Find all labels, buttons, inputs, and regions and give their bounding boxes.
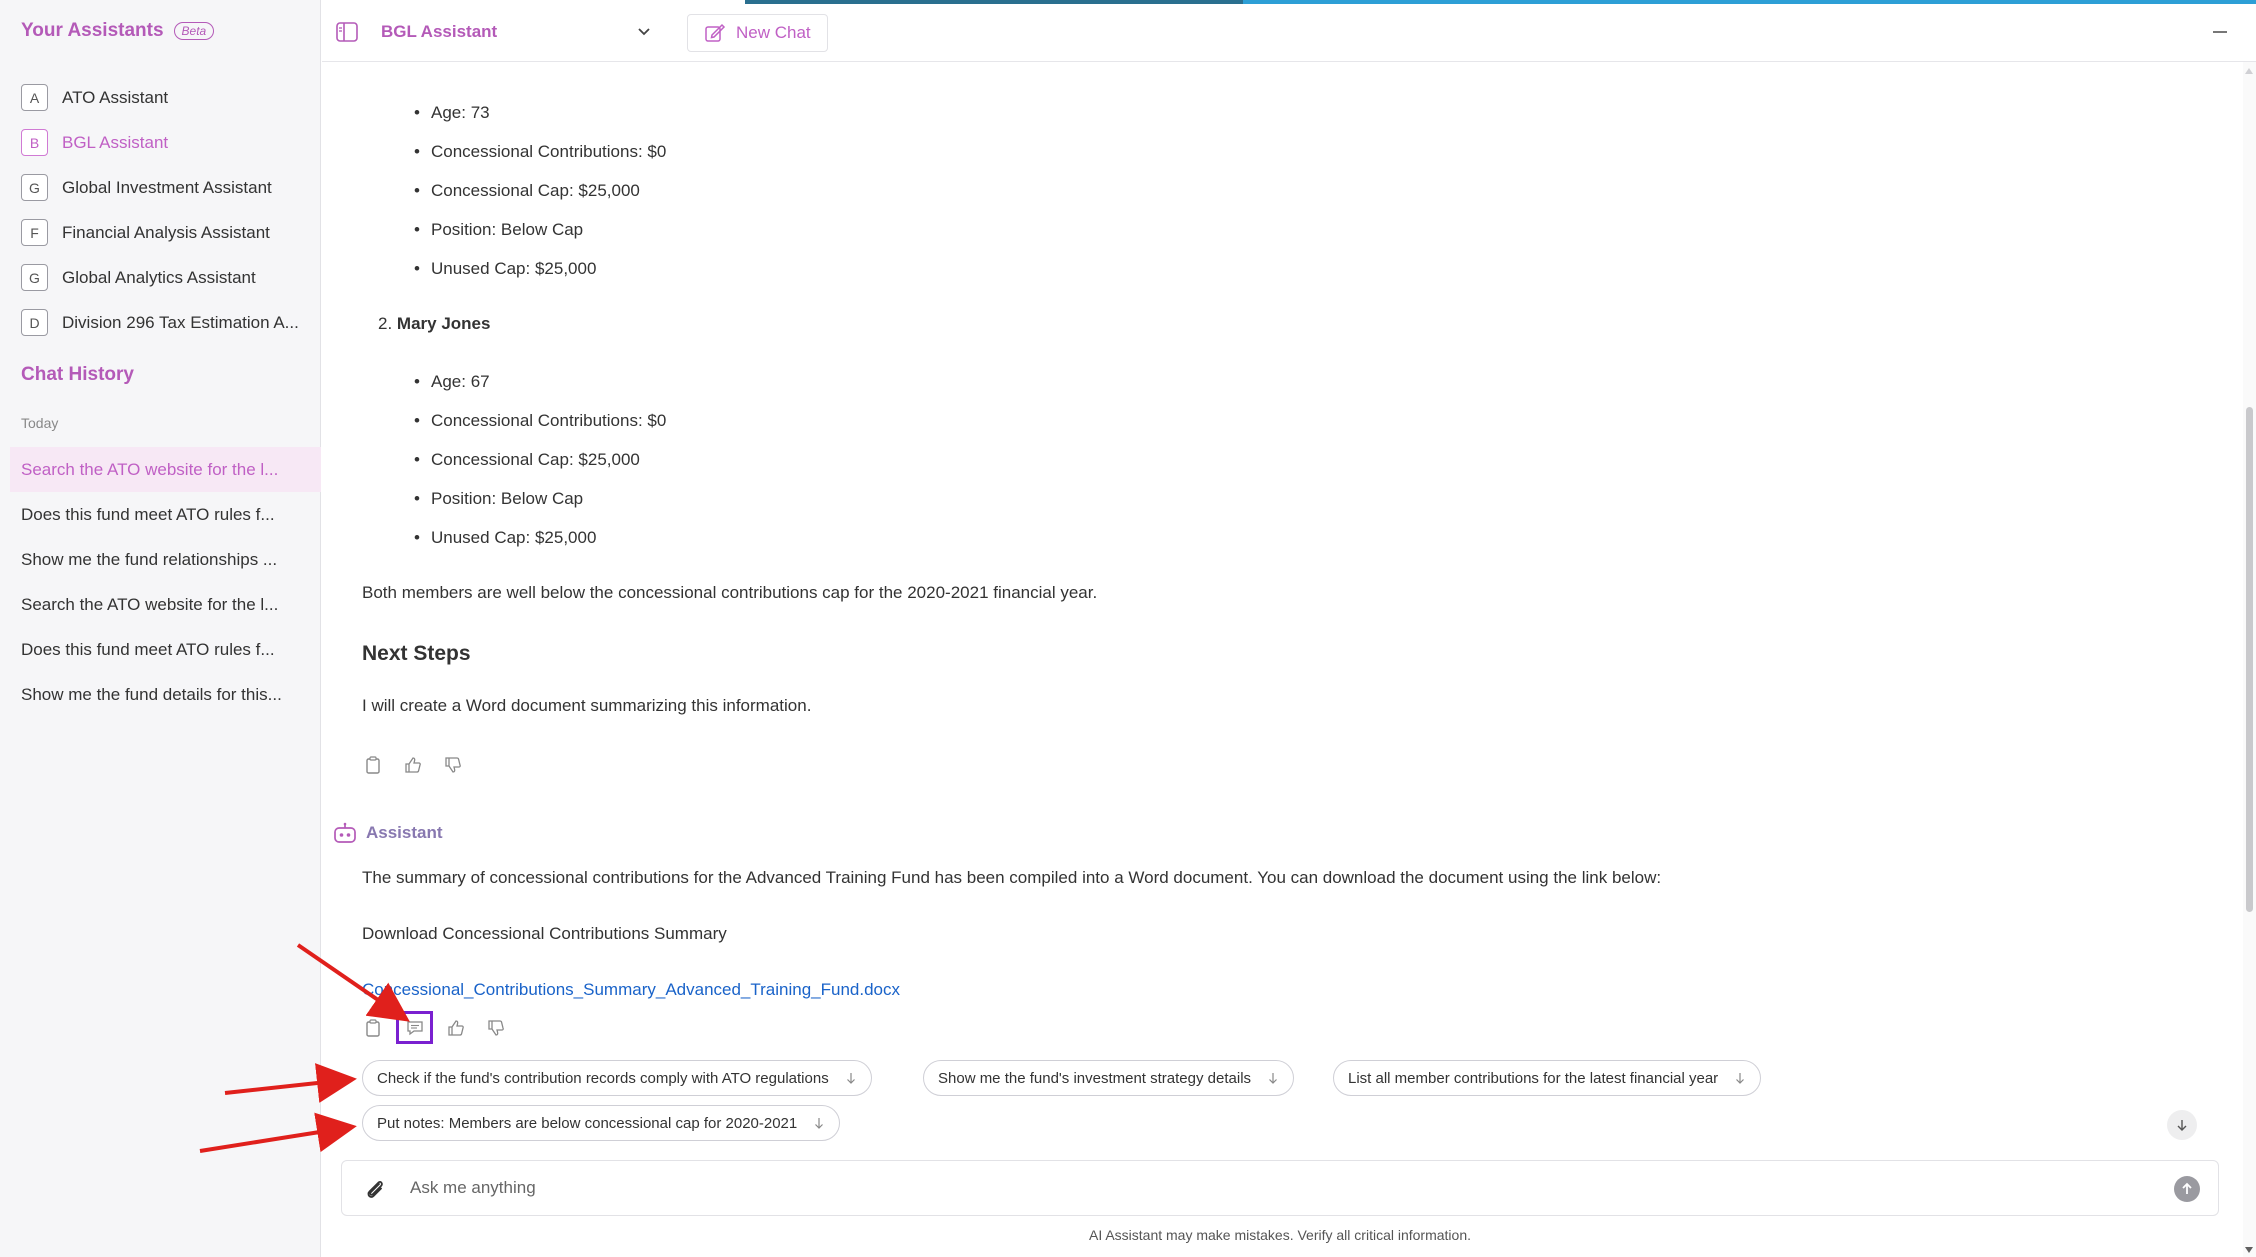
list-item: Position: Below Cap <box>414 489 583 509</box>
assistant-item-division-296[interactable]: D Division 296 Tax Estimation A... <box>21 300 311 345</box>
chat-thread: Age: 73 Concessional Contributions: $0 C… <box>322 62 2212 1150</box>
chat-history-list: Search the ATO website for the l... Does… <box>10 447 321 717</box>
scroll-up-arrow[interactable] <box>2245 68 2253 74</box>
assistant-letter-badge: D <box>21 309 48 336</box>
assistants-title: Your Assistants <box>21 20 164 41</box>
history-item[interactable]: Search the ATO website for the l... <box>10 447 321 492</box>
assistant-item-bgl[interactable]: B BGL Assistant <box>21 120 311 165</box>
list-item: Concessional Cap: $25,000 <box>414 450 640 470</box>
thumbs-down-icon[interactable] <box>485 1017 507 1039</box>
assistant-name: Assistant <box>366 823 443 842</box>
arrow-down-icon <box>1736 1073 1745 1084</box>
paperclip-icon[interactable] <box>362 1177 388 1203</box>
scroll-down-arrow[interactable] <box>2245 1247 2253 1253</box>
top-bar: BGL Assistant New Chat <box>322 4 2256 62</box>
list-item: Concessional Contributions: $0 <box>414 142 666 162</box>
message-input[interactable] <box>410 1171 2110 1205</box>
suggestion-chip[interactable]: Check if the fund's contribution records… <box>362 1060 872 1096</box>
thumbs-up-icon[interactable] <box>445 1017 467 1039</box>
arrow-down-icon <box>846 1073 855 1084</box>
arrow-up-icon <box>2182 1182 2192 1194</box>
message-composer <box>341 1160 2219 1216</box>
assistant-name: Financial Analysis Assistant <box>62 222 270 242</box>
assistant-label: Assistant <box>332 822 443 844</box>
history-item[interactable]: Show me the fund details for this... <box>10 672 321 717</box>
assistant-letter-badge: F <box>21 219 48 246</box>
list-item: Unused Cap: $25,000 <box>414 528 596 548</box>
message-actions <box>362 754 464 776</box>
new-chat-label: New Chat <box>736 23 811 42</box>
suggestion-chip[interactable]: List all member contributions for the la… <box>1333 1060 1762 1096</box>
thumbs-up-icon[interactable] <box>402 754 424 776</box>
list-item: Age: 73 <box>414 103 489 123</box>
suggestion-chip[interactable]: Put notes: Members are below concessiona… <box>362 1105 841 1141</box>
thumbs-down-icon[interactable] <box>442 754 464 776</box>
comment-icon[interactable] <box>396 1011 433 1044</box>
list-item: Concessional Cap: $25,000 <box>414 181 640 201</box>
assistant-list: A ATO Assistant B BGL Assistant G Global… <box>21 75 311 345</box>
summary-text: Both members are well below the concessi… <box>362 583 1098 602</box>
arrow-down-icon <box>2177 1120 2187 1131</box>
minimize-icon[interactable] <box>2210 22 2230 42</box>
member-number: 2. <box>378 314 393 333</box>
list-item: Age: 67 <box>414 372 489 392</box>
download-label: Download Concessional Contributions Summ… <box>362 924 727 943</box>
history-item[interactable]: Search the ATO website for the l... <box>10 582 321 627</box>
disclaimer-text: AI Assistant may make mistakes. Verify a… <box>1088 1227 1471 1243</box>
scrollbar-thumb[interactable] <box>2246 407 2253 912</box>
suggestion-chip[interactable]: Show me the fund's investment strategy d… <box>923 1060 1295 1096</box>
assistant-name: Global Analytics Assistant <box>62 267 256 287</box>
assistant-name: Division 296 Tax Estimation A... <box>62 312 299 332</box>
message-actions <box>362 1011 507 1044</box>
member-heading: 2. Mary Jones <box>378 314 490 334</box>
chat-scrollbar[interactable] <box>2243 62 2256 1257</box>
list-item: Position: Below Cap <box>414 220 583 240</box>
list-item: Concessional Contributions: $0 <box>414 411 666 431</box>
assistants-header: Your Assistants Beta <box>21 20 215 42</box>
history-date-group: Today <box>21 415 59 431</box>
assistant-name: ATO Assistant <box>62 87 169 107</box>
assistant-letter-badge: A <box>21 84 48 111</box>
suggestion-label: Put notes: Members are below concessiona… <box>377 1114 798 1132</box>
assistant-item-global-investment[interactable]: G Global Investment Assistant <box>21 165 311 210</box>
chat-history-title: Chat History <box>21 364 134 385</box>
suggestion-label: Show me the fund's investment strategy d… <box>938 1069 1252 1087</box>
assistant-letter-badge: G <box>21 174 48 201</box>
edit-icon <box>705 23 726 42</box>
copy-icon[interactable] <box>362 1017 384 1039</box>
next-steps-text: I will create a Word document summarizin… <box>362 696 812 715</box>
assistant-letter-badge: B <box>21 129 48 156</box>
assistant-item-global-analytics[interactable]: G Global Analytics Assistant <box>21 255 311 300</box>
progress-fill-dark <box>745 0 1243 4</box>
arrow-down-icon <box>1269 1073 1277 1084</box>
suggestion-label: Check if the fund's contribution records… <box>377 1069 829 1087</box>
new-chat-button[interactable]: New Chat <box>687 14 828 52</box>
list-item: Unused Cap: $25,000 <box>414 259 596 279</box>
sidebar: Your Assistants Beta A ATO Assistant B B… <box>0 0 321 1257</box>
scroll-to-bottom-button[interactable] <box>2167 1110 2197 1140</box>
assistant-letter-badge: G <box>21 264 48 291</box>
document-download-link[interactable]: Concessional_Contributions_Summary_Advan… <box>362 980 900 1000</box>
suggestion-label: List all member contributions for the la… <box>1348 1069 1719 1087</box>
send-button[interactable] <box>2174 1176 2200 1202</box>
arrow-down-icon <box>815 1118 824 1129</box>
loading-progress-bar <box>0 0 2256 4</box>
assistant-item-financial-analysis[interactable]: F Financial Analysis Assistant <box>21 210 311 255</box>
copy-icon[interactable] <box>362 754 384 776</box>
robot-icon <box>334 822 356 843</box>
chevron-down-icon[interactable] <box>634 22 654 42</box>
history-item[interactable]: Does this fund meet ATO rules f... <box>10 627 321 672</box>
assistant-name: BGL Assistant <box>62 132 169 152</box>
assistant-name: Global Investment Assistant <box>62 177 272 197</box>
progress-fill-light <box>1243 0 2256 4</box>
current-assistant-title[interactable]: BGL Assistant <box>381 22 497 42</box>
next-steps-heading: Next Steps <box>362 642 471 665</box>
beta-badge: Beta <box>173 22 215 40</box>
history-item[interactable]: Show me the fund relationships ... <box>10 537 321 582</box>
member-name: Mary Jones <box>396 314 491 333</box>
assistant-item-ato[interactable]: A ATO Assistant <box>21 75 311 120</box>
sidebar-toggle-icon[interactable] <box>336 22 358 42</box>
history-item[interactable]: Does this fund meet ATO rules f... <box>10 492 321 537</box>
assistant-reply-text: The summary of concessional contribution… <box>362 868 1662 887</box>
